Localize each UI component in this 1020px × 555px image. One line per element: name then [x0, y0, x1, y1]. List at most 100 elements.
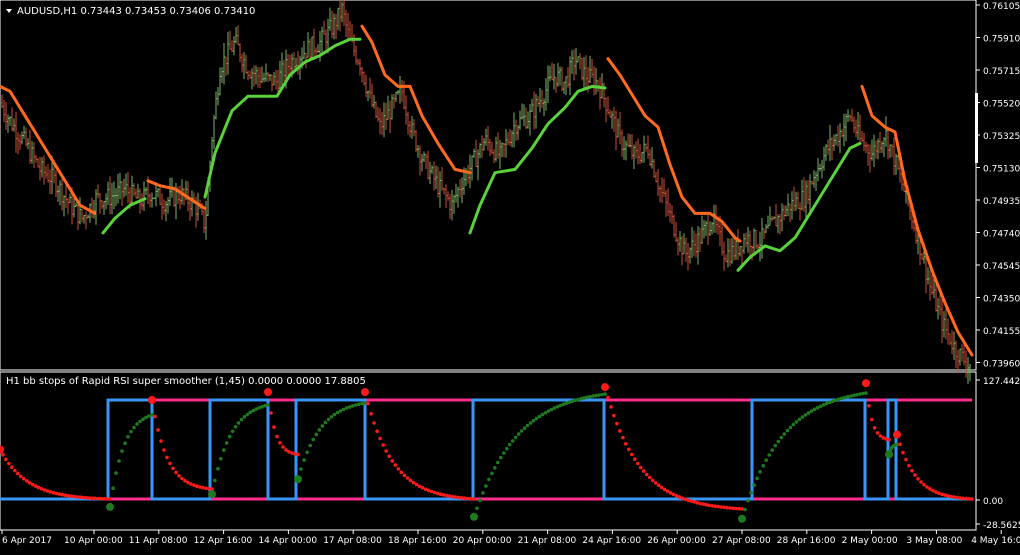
- indicator-dot: [396, 467, 401, 471]
- mt4-chart-window[interactable]: 0.76105 0.75910 0.75715 0.75520 0.75325 0.751…: [0, 0, 1020, 551]
- indicator-dot: [230, 429, 235, 434]
- down-stop-line: [0, 84, 97, 215]
- indicator-dot: [922, 482, 926, 487]
- indicator-dot: [438, 492, 443, 497]
- indicator-pane-frame: [0, 371, 977, 531]
- indicator-dot: [399, 470, 404, 475]
- indicator-dot: [522, 426, 527, 431]
- indicator-signal-dot: [294, 475, 302, 484]
- indicator-pink-line: [0, 398, 972, 501]
- time-tick-label: 2 May 00:00: [842, 536, 898, 546]
- indicator-dot: [746, 499, 750, 503]
- indicator-dot: [454, 495, 458, 499]
- indicator-dot: [472, 497, 476, 501]
- indicator-signal-dot: [0, 445, 4, 454]
- indicator-dot: [111, 486, 115, 491]
- indicator-dot: [272, 425, 276, 429]
- indicator-dot: [224, 441, 229, 445]
- indicator-dot: [770, 448, 774, 452]
- indicator-dot: [432, 490, 437, 495]
- indicator-signal-dot: [264, 388, 272, 397]
- down-stop-line: [860, 84, 974, 357]
- indicator-dot: [627, 447, 631, 452]
- indicator-dot: [123, 441, 127, 446]
- indicator-dot: [299, 467, 303, 471]
- indicator-dot: [776, 439, 781, 444]
- down-stop-line: [606, 57, 742, 243]
- indicator-dot: [375, 429, 379, 434]
- dropdown-arrow-icon[interactable]: [6, 9, 12, 13]
- indicator-dot: [15, 471, 20, 476]
- indicator-dot: [305, 450, 309, 455]
- indicator-dot: [867, 404, 871, 408]
- indicator-dot: [387, 454, 392, 459]
- indicator-dot: [159, 439, 163, 443]
- time-tick-label: 17 Apr 08:00: [323, 536, 382, 546]
- time-tick-label: 6 Apr 2017: [2, 536, 52, 546]
- chart-shift-marker[interactable]: [975, 93, 978, 163]
- indicator-dot: [198, 485, 202, 489]
- indicator-dot: [499, 455, 503, 460]
- indicator-dot: [758, 470, 762, 474]
- indicator-dot: [870, 417, 874, 422]
- indicator-dot: [496, 460, 500, 465]
- indicator-dot: [366, 401, 370, 406]
- price-tick-label: 0.74935: [983, 197, 1020, 207]
- indicator-dot: [638, 465, 643, 470]
- indicator-dot: [740, 507, 744, 511]
- indicator-dot: [803, 413, 808, 417]
- indicator-dot: [633, 457, 637, 462]
- indicator-dot: [13, 468, 17, 473]
- indicator-dot: [597, 393, 601, 397]
- indicator-dot: [659, 485, 664, 490]
- indicator-dot: [475, 506, 479, 511]
- indicator-dot: [528, 421, 533, 425]
- indicator-dot: [591, 394, 595, 398]
- price-axis: 0.76105 0.75910 0.75715 0.75520 0.75325 0.751…: [976, 2, 1020, 370]
- indicator-dot: [180, 476, 184, 481]
- chart-canvas[interactable]: 0.76105 0.75910 0.75715 0.75520 0.75325 0.751…: [0, 0, 1020, 551]
- indicator-dot: [153, 414, 157, 419]
- indicator-dot: [63, 493, 68, 498]
- time-tick-label: 26 Apr 00:00: [647, 536, 706, 546]
- indicator-dot: [141, 417, 145, 422]
- indicator-dot: [487, 477, 491, 482]
- indicator-dot: [653, 481, 658, 485]
- indicator-dot: [411, 480, 416, 485]
- indicator-dot: [779, 435, 784, 440]
- indicator-dot: [800, 415, 805, 419]
- indicator-dot: [363, 401, 367, 405]
- indicator-dot: [405, 476, 410, 480]
- time-tick-label: 27 Apr 08:00: [712, 536, 771, 546]
- indicator-dot: [129, 429, 133, 434]
- indicator-dot: [797, 417, 802, 422]
- indicator-dot: [281, 445, 285, 449]
- indicator-dot: [390, 459, 395, 463]
- indicator-dot: [624, 441, 628, 446]
- indicator-dot: [749, 490, 753, 495]
- indicator-signal-dot: [361, 388, 369, 397]
- indicator-dot: [507, 442, 512, 447]
- indicator-dot: [66, 493, 71, 498]
- indicator-dot: [647, 475, 652, 480]
- indicator-dot: [513, 435, 518, 440]
- time-tick-label: 12 Apr 16:00: [194, 536, 253, 546]
- indicator-dot: [603, 392, 607, 396]
- indicator-dot: [360, 401, 364, 406]
- indicator-dot: [27, 481, 32, 485]
- indicator-dot: [612, 413, 616, 418]
- indicator-dot: [537, 414, 542, 419]
- indicator-dot: [441, 493, 446, 497]
- indicator-dot: [949, 494, 953, 499]
- time-tick-label: 4 May 16:00: [971, 536, 1020, 546]
- indicator-dot: [1, 452, 5, 457]
- indicator-dot: [806, 411, 811, 415]
- indicator-dot: [919, 480, 923, 484]
- indicator-dot: [540, 412, 545, 417]
- indicator-dot: [782, 432, 787, 436]
- indicator-dot: [60, 492, 65, 497]
- indicator-dot: [239, 417, 244, 422]
- indicator-dot: [618, 429, 622, 433]
- time-axis: 6 Apr 2017 10 Apr 00:00 11 Apr 08:00 12 Apr…: [1, 530, 1020, 546]
- indicator-axis: 127.442 0.00 -28.5625: [976, 377, 1020, 531]
